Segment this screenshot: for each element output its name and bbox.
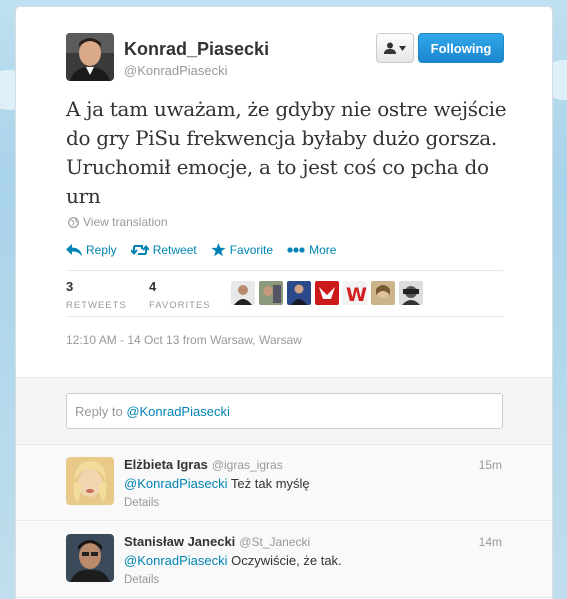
avatar[interactable] <box>66 457 114 505</box>
list-item[interactable]: Elżbieta Igras @igras_igras 15m @KonradPi… <box>16 445 552 521</box>
retweets-count: 3 <box>66 279 74 294</box>
profile-name[interactable]: Konrad_Piasecki <box>124 39 269 60</box>
reply-details-link[interactable]: Details <box>124 497 159 509</box>
avatar[interactable] <box>259 281 283 305</box>
reply-author[interactable]: Elżbieta Igras @igras_igras <box>124 457 283 472</box>
svg-text:W: W <box>346 284 367 305</box>
reply-time[interactable]: 14m <box>479 535 502 549</box>
favorites-count: 4 <box>149 279 157 294</box>
reply-mention: @KonradPiasecki <box>126 404 230 419</box>
tweet-stats: 3 RETWEETS 4 FAVORITES <box>66 279 232 311</box>
reply-author-handle: @igras_igras <box>211 458 283 472</box>
retweet-label: Retweet <box>152 243 197 257</box>
avatar[interactable]: W <box>343 281 367 305</box>
tweet-actions: Reply Retweet Favorite More <box>66 243 336 257</box>
view-translation-link[interactable]: View translation <box>68 215 168 229</box>
more-button[interactable]: More <box>287 243 336 257</box>
tweet-header: Konrad_Piasecki @KonradPiasecki Followin… <box>16 7 552 87</box>
favorites-label: FAVORITES <box>149 300 211 311</box>
reply-input[interactable]: Reply to @KonradPiasecki <box>66 393 503 429</box>
avatar[interactable] <box>315 281 339 305</box>
divider <box>66 316 503 317</box>
divider <box>66 270 503 271</box>
reply-author-name: Elżbieta Igras <box>124 457 208 472</box>
following-button[interactable]: Following <box>418 33 504 63</box>
avatar[interactable] <box>66 33 114 81</box>
reply-details-link[interactable]: Details <box>124 574 159 586</box>
retweet-icon <box>130 244 149 256</box>
avatar[interactable] <box>287 281 311 305</box>
retweet-button[interactable]: Retweet <box>130 243 197 257</box>
user-actions-button[interactable] <box>376 33 414 63</box>
tweet-text: A ja tam uważam, że gdyby nie ostre wejś… <box>66 97 507 208</box>
reply-text: @KonradPiasecki Też tak myślę <box>124 476 310 491</box>
reply-icon <box>66 244 82 256</box>
avatar[interactable] <box>231 281 255 305</box>
favorite-button[interactable]: Favorite <box>211 243 273 257</box>
reply-body: Oczywiście, że tak. <box>227 553 342 568</box>
reply-composer: Reply to @KonradPiasecki <box>16 377 552 445</box>
engagement-avatars: W <box>231 281 423 305</box>
avatar[interactable] <box>371 281 395 305</box>
reply-label: Reply <box>86 243 117 257</box>
reply-button[interactable]: Reply <box>66 243 117 257</box>
retweets-stat[interactable]: 3 RETWEETS <box>66 279 149 311</box>
reply-body: Też tak myślę <box>227 476 310 491</box>
globe-icon <box>68 216 79 228</box>
user-icon <box>384 42 396 54</box>
reply-time[interactable]: 15m <box>479 458 502 472</box>
reply-author[interactable]: Stanisław Janecki @St_Janecki <box>124 534 310 549</box>
profile-handle[interactable]: @KonradPiasecki <box>124 63 228 78</box>
reply-author-handle: @St_Janecki <box>239 535 311 549</box>
avatar[interactable] <box>66 534 114 582</box>
tweet-card: Konrad_Piasecki @KonradPiasecki Followin… <box>15 6 553 599</box>
tweet-timestamp[interactable]: 12:10 AM - 14 Oct 13 from Warsaw, Warsaw <box>66 333 302 347</box>
star-icon <box>211 243 226 257</box>
avatar[interactable] <box>399 281 423 305</box>
reply-mention-link[interactable]: @KonradPiasecki <box>124 476 228 491</box>
retweets-label: RETWEETS <box>66 300 127 311</box>
favorite-label: Favorite <box>229 243 274 257</box>
reply-mention-link[interactable]: @KonradPiasecki <box>124 553 228 568</box>
view-translation-label: View translation <box>83 215 168 229</box>
reply-prefix: Reply to <box>75 404 127 419</box>
more-icon <box>287 247 305 253</box>
favorites-stat[interactable]: 4 FAVORITES <box>149 279 232 311</box>
more-label: More <box>309 243 337 257</box>
list-item[interactable]: Stanisław Janecki @St_Janecki 14m @Konrad… <box>16 522 552 598</box>
reply-author-name: Stanisław Janecki <box>124 534 236 549</box>
caret-down-icon <box>399 45 406 51</box>
reply-text: @KonradPiasecki Oczywiście, że tak. <box>124 553 342 568</box>
